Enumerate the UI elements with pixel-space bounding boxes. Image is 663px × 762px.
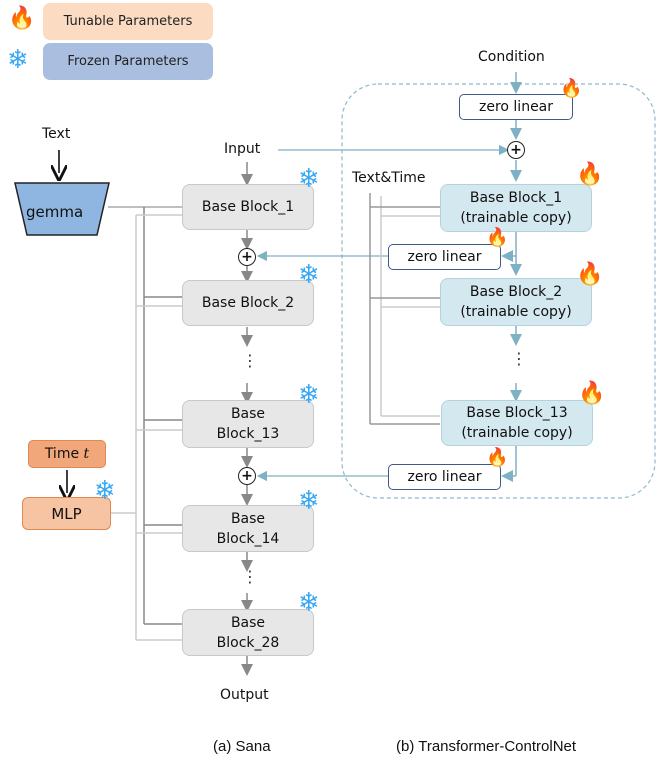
block-label: Block_13 bbox=[216, 426, 280, 442]
block-label: Base bbox=[230, 510, 266, 527]
gemma-label: gemma bbox=[26, 203, 84, 221]
block-label: Block_14 bbox=[216, 530, 280, 547]
zero-linear-condition: zero linear bbox=[459, 94, 573, 120]
block-label: (trainable copy) bbox=[460, 210, 572, 226]
block-label: Block_28 bbox=[216, 634, 280, 651]
snowflake-icon: ❄ bbox=[298, 260, 320, 290]
plus-symbol: + bbox=[241, 249, 253, 265]
fire-icon: 🔥 bbox=[576, 162, 604, 187]
block-label: Base Block_2 bbox=[201, 295, 295, 311]
block-label: (trainable copy) bbox=[461, 425, 573, 441]
legend-tunable-label: Tunable Parameters bbox=[63, 14, 193, 29]
base-block-1: Base Block_1 bbox=[182, 184, 314, 230]
block-label: Base bbox=[230, 614, 266, 631]
fire-icon: 🔥 bbox=[576, 262, 604, 287]
ellipsis: ⋮ bbox=[242, 351, 258, 370]
output-label: Output bbox=[220, 687, 269, 703]
add-node: + bbox=[507, 141, 525, 159]
block-label: Base Block_1 bbox=[469, 190, 563, 206]
input-label: Input bbox=[224, 141, 261, 157]
zero-linear-label: zero linear bbox=[407, 249, 482, 265]
caption-sana: (a) Sana bbox=[213, 738, 271, 755]
zero-linear-label: zero linear bbox=[407, 469, 482, 485]
block-label: (trainable copy) bbox=[460, 304, 572, 320]
fire-icon: 🔥 bbox=[578, 381, 606, 406]
legend-frozen: Frozen Parameters bbox=[43, 43, 213, 80]
zero-linear-label: zero linear bbox=[478, 99, 554, 115]
ellipsis: ⋮ bbox=[511, 349, 527, 368]
add-node: + bbox=[238, 467, 256, 485]
snowflake-icon: ❄ bbox=[94, 476, 116, 506]
snowflake-icon: ❄ bbox=[7, 45, 29, 75]
block-label: Base bbox=[230, 406, 266, 422]
base-block-14: Base Block_14 bbox=[182, 505, 314, 552]
base-block-13: Base Block_13 bbox=[182, 400, 314, 448]
control-block-2: Base Block_2 (trainable copy) bbox=[440, 278, 592, 326]
time-box: Time t bbox=[28, 440, 106, 468]
fire-icon: 🔥 bbox=[560, 78, 583, 99]
base-block-28: Base Block_28 bbox=[182, 609, 314, 656]
add-node: + bbox=[238, 248, 256, 266]
snowflake-icon: ❄ bbox=[298, 486, 320, 516]
caption-controlnet: (b) Transformer-ControlNet bbox=[396, 738, 577, 755]
zero-linear-13: zero linear bbox=[388, 464, 501, 490]
legend-tunable: Tunable Parameters bbox=[43, 3, 213, 40]
snowflake-icon: ❄ bbox=[298, 164, 320, 194]
block-label: Base Block_1 bbox=[201, 199, 295, 215]
control-block-1: Base Block_1 (trainable copy) bbox=[440, 184, 592, 232]
text-label: Text bbox=[42, 126, 71, 142]
mlp-label: MLP bbox=[51, 504, 82, 523]
snowflake-icon: ❄ bbox=[298, 588, 320, 618]
time-label: Time bbox=[44, 446, 80, 462]
base-block-2: Base Block_2 bbox=[182, 280, 314, 326]
zero-linear-1: zero linear bbox=[388, 244, 501, 270]
block-label: Base Block_13 bbox=[466, 405, 568, 421]
fire-icon: 🔥 bbox=[486, 227, 509, 248]
plus-symbol: + bbox=[510, 142, 522, 158]
fire-icon: 🔥 bbox=[8, 6, 36, 31]
block-label: Base Block_2 bbox=[469, 284, 563, 300]
snowflake-icon: ❄ bbox=[298, 380, 320, 410]
text-time-label: Text&Time bbox=[352, 170, 426, 186]
time-variable: t bbox=[83, 446, 90, 462]
ellipsis: ⋮ bbox=[242, 567, 258, 586]
legend-frozen-label: Frozen Parameters bbox=[67, 54, 189, 69]
fire-icon: 🔥 bbox=[486, 447, 509, 468]
plus-symbol: + bbox=[241, 468, 253, 484]
condition-label: Condition bbox=[478, 49, 545, 65]
control-block-13: Base Block_13 (trainable copy) bbox=[441, 400, 593, 446]
